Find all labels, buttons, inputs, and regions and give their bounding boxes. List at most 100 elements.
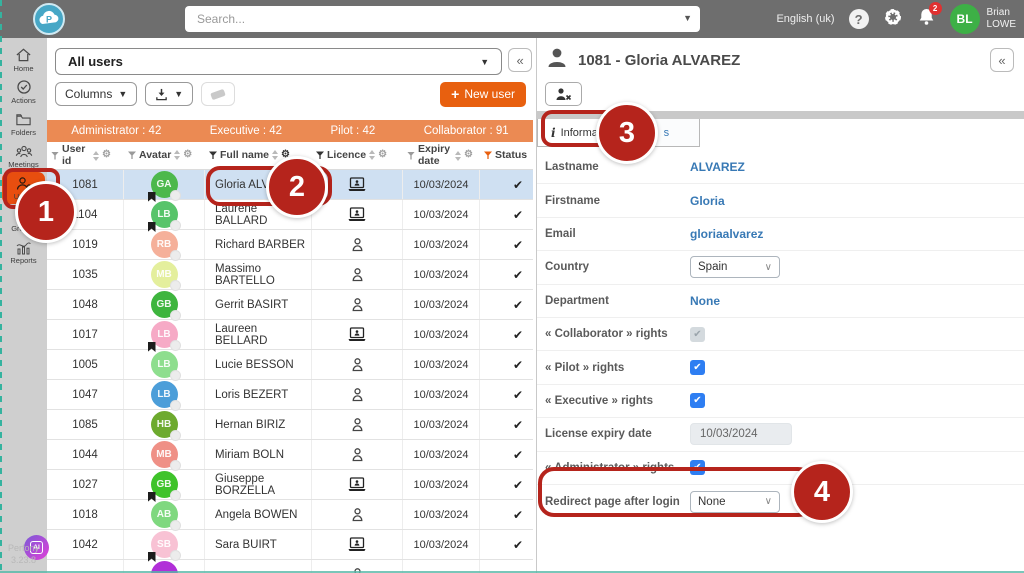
license-expiry-input[interactable]: 10/03/2024 [690, 423, 792, 445]
sort-icon[interactable] [369, 150, 375, 160]
header-status[interactable]: Status [480, 150, 533, 161]
settings-gear-icon[interactable] [883, 7, 903, 32]
avatar[interactable] [151, 561, 178, 573]
sidebar-item-groups[interactable]: Groups [0, 204, 47, 236]
department-value[interactable]: None [690, 294, 720, 308]
avatar[interactable]: LB [151, 201, 178, 228]
full-name-cell[interactable]: Gerrit BASIRT [205, 290, 312, 319]
notifications-bell-icon[interactable]: 2 [917, 7, 936, 32]
table-row[interactable]: 1018 AB Angela BOWEN 10/03/2024 ✔ [47, 500, 533, 530]
table-row[interactable]: 1048 GB Gerrit BASIRT 10/03/2024 ✔ [47, 290, 533, 320]
avatar[interactable]: RB [151, 231, 178, 258]
sidebar-item-actions[interactable]: Actions [0, 76, 47, 108]
full-name-cell[interactable]: Richard BARBER [205, 230, 312, 259]
administrator-checkbox[interactable]: ✔ [690, 460, 705, 475]
search-caret-icon[interactable]: ▼ [683, 13, 692, 23]
export-button[interactable]: ▼ [145, 82, 193, 106]
lastname-value[interactable]: ALVAREZ [690, 160, 745, 174]
table-row[interactable]: 1104 LB Laurène BALLARD 10/03/2024 ✔ [47, 200, 533, 230]
collapse-detail-button[interactable]: « [990, 48, 1014, 72]
table-row[interactable]: 1042 SB Sara BUIRT 10/03/2024 ✔ [47, 530, 533, 560]
perfony-logo-icon[interactable]: P [33, 3, 65, 40]
avatar[interactable]: SB [151, 531, 178, 558]
sidebar-item-meetings[interactable]: Meetings [0, 140, 47, 172]
full-name-cell[interactable]: Miriam BOLN [205, 440, 312, 469]
avatar[interactable]: LB [151, 321, 178, 348]
table-row[interactable]: 1027 GB Giuseppe BORZELLA 10/03/2024 ✔ [47, 470, 533, 500]
table-row[interactable]: 1081 GA Gloria ALVAREZ 10/03/2024 ✔ [47, 170, 533, 200]
table-row[interactable]: 1085 HB Hernan BIRIZ 10/03/2024 ✔ [47, 410, 533, 440]
help-icon[interactable]: ? [849, 9, 869, 29]
table-row[interactable] [47, 560, 533, 573]
avatar[interactable]: GB [151, 471, 178, 498]
table-row[interactable]: 1035 MB Massimo BARTELLO 10/03/2024 ✔ [47, 260, 533, 290]
avatar[interactable]: HB [151, 411, 178, 438]
filter-icon[interactable] [128, 151, 136, 159]
avatar[interactable]: GA [151, 171, 178, 198]
filter-icon-active[interactable] [484, 151, 492, 159]
full-name-cell[interactable]: Angela BOWEN [205, 500, 312, 529]
columns-button[interactable]: Columns ▼ [55, 82, 137, 106]
table-row[interactable]: 1017 LB Laureen BELLARD 10/03/2024 ✔ [47, 320, 533, 350]
table-row[interactable]: 1047 LB Loris BEZERT 10/03/2024 ✔ [47, 380, 533, 410]
full-name-cell[interactable]: Laurène BALLARD [205, 200, 312, 229]
filter-icon[interactable] [209, 151, 217, 159]
executive-checkbox[interactable]: ✔ [690, 393, 705, 408]
table-row[interactable]: 1005 LB Lucie BESSON 10/03/2024 ✔ [47, 350, 533, 380]
full-name-cell[interactable]: Laureen BELLARD [205, 320, 312, 349]
sort-icon[interactable] [272, 150, 278, 160]
tab-information[interactable]: i Information [537, 119, 630, 147]
pilot-checkbox[interactable]: ✔ [690, 360, 705, 375]
avatar[interactable]: GB [151, 291, 178, 318]
table-row[interactable]: 1044 MB Miriam BOLN 10/03/2024 ✔ [47, 440, 533, 470]
sort-icon[interactable] [93, 151, 99, 161]
avatar[interactable]: LB [151, 381, 178, 408]
collapse-list-button[interactable]: « [508, 48, 532, 72]
full-name-cell[interactable]: Hernan BIRIZ [205, 410, 312, 439]
table-row[interactable]: 1019 RB Richard BARBER 10/03/2024 ✔ [47, 230, 533, 260]
full-name-cell[interactable]: Lucie BESSON [205, 350, 312, 379]
sidebar-item-reports[interactable]: Reports [0, 236, 47, 268]
sidebar-item-users[interactable]: Users [2, 172, 45, 204]
column-gear-icon[interactable]: ⚙ [281, 150, 290, 161]
new-user-button[interactable]: + New user [440, 82, 526, 107]
sort-icon[interactable] [455, 151, 461, 161]
full-name-cell[interactable]: Loris BEZERT [205, 380, 312, 409]
header-full-name[interactable]: Full name ⚙ [205, 150, 312, 161]
full-name-cell[interactable] [205, 560, 312, 573]
avatar[interactable]: LB [151, 351, 178, 378]
sort-icon[interactable] [174, 150, 180, 160]
filter-icon[interactable] [316, 151, 324, 159]
redirect-page-select[interactable]: None ∨ [690, 491, 780, 513]
clear-filters-button[interactable] [201, 82, 235, 106]
view-selector-dropdown[interactable]: All users ▼ [55, 48, 502, 75]
column-gear-icon[interactable]: ⚙ [464, 150, 473, 161]
country-select[interactable]: Spain ∨ [690, 256, 780, 278]
email-value[interactable]: gloriaalvarez [690, 227, 763, 241]
language-selector[interactable]: English (uk) [776, 13, 834, 25]
full-name-cell[interactable]: Massimo BARTELLO [205, 260, 312, 289]
header-avatar[interactable]: Avatar ⚙ [124, 150, 205, 161]
full-name-cell[interactable]: Gloria ALVAREZ [205, 170, 312, 199]
filter-icon[interactable] [51, 152, 59, 160]
full-name-cell[interactable]: Giuseppe BORZELLA [205, 470, 312, 499]
sidebar-item-home[interactable]: Home [0, 44, 47, 76]
avatar[interactable]: AB [151, 501, 178, 528]
header-expiry-date[interactable]: Expiry date ⚙ [403, 144, 480, 166]
current-user[interactable]: BL Brian LOWE [950, 4, 1016, 34]
sidebar-item-folders[interactable]: Folders [0, 108, 47, 140]
header-user-id[interactable]: User id ⚙ [47, 144, 124, 166]
current-user-avatar[interactable]: BL [950, 4, 980, 34]
firstname-value[interactable]: Gloria [690, 194, 725, 208]
deactivate-user-button[interactable] [545, 82, 582, 106]
column-gear-icon[interactable]: ⚙ [183, 150, 192, 161]
header-licence[interactable]: Licence ⚙ [312, 150, 403, 161]
filter-icon[interactable] [407, 152, 415, 160]
column-gear-icon[interactable]: ⚙ [378, 150, 387, 161]
tab-secondary[interactable]: s [633, 119, 701, 147]
full-name-cell[interactable]: Sara BUIRT [205, 530, 312, 559]
avatar[interactable]: MB [151, 261, 178, 288]
avatar[interactable]: MB [151, 441, 178, 468]
column-gear-icon[interactable]: ⚙ [102, 150, 111, 161]
search-input[interactable] [185, 6, 700, 32]
